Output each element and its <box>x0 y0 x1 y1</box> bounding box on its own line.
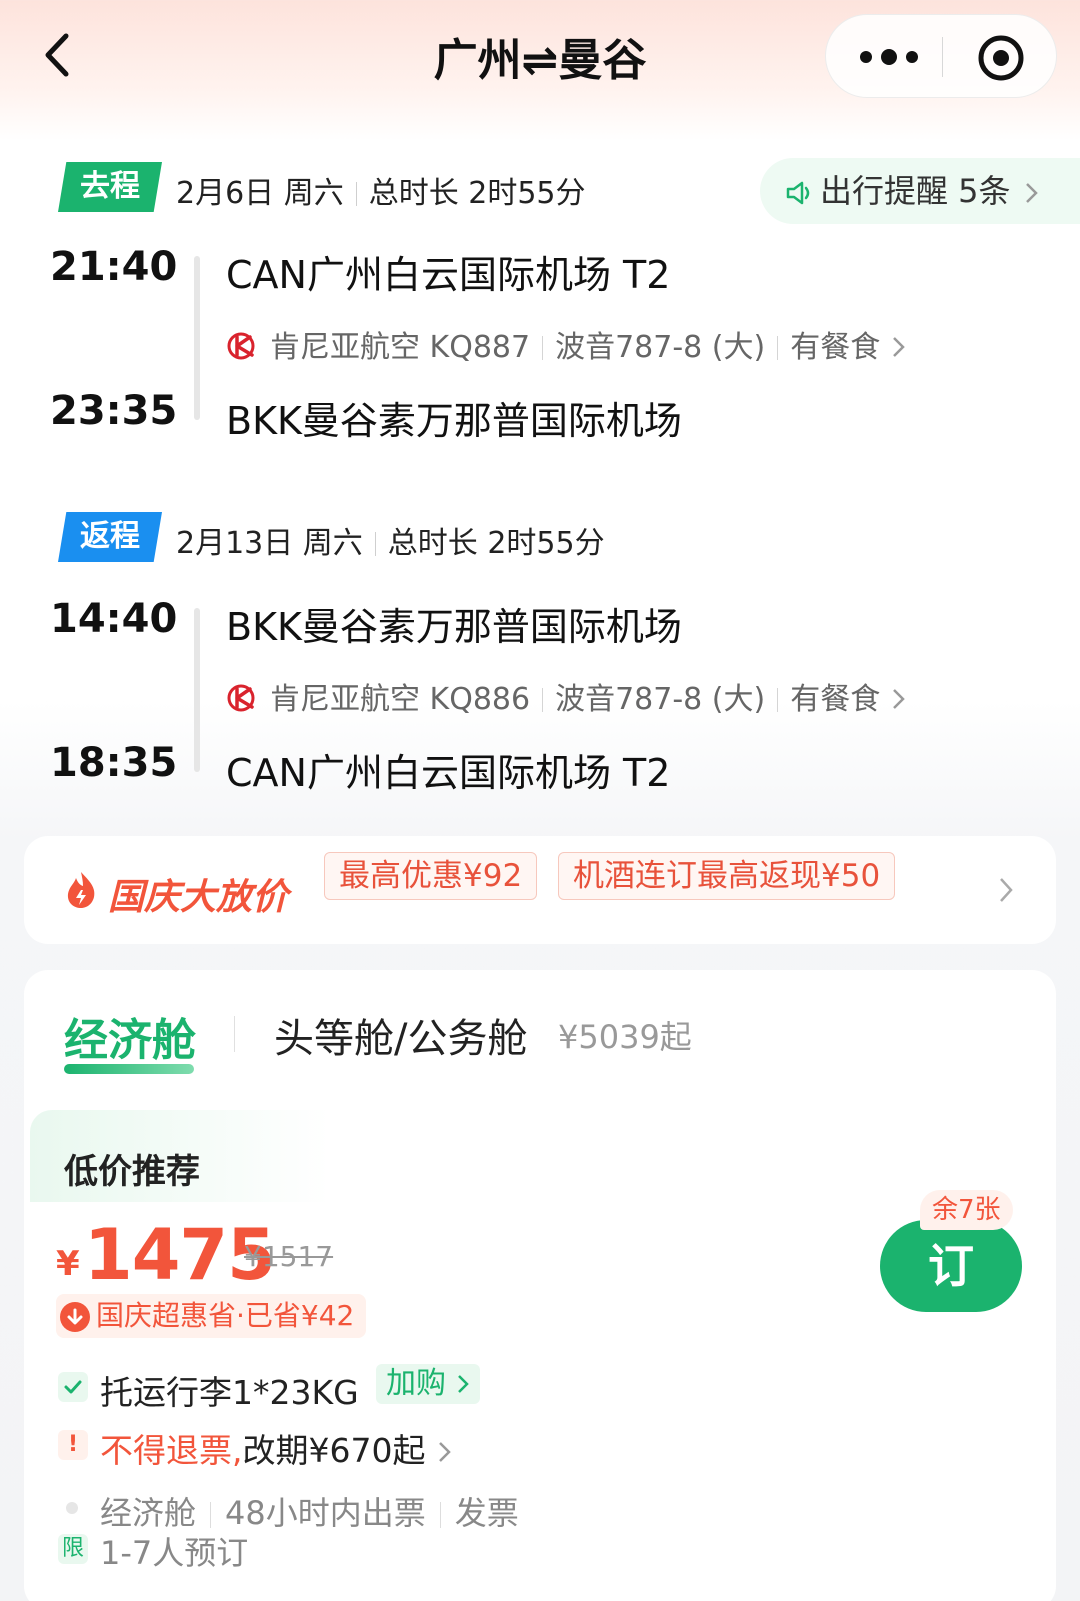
return-meal: 有餐食 <box>790 682 881 717</box>
return-airline: 肯尼亚航空 KQ886 <box>270 682 531 717</box>
outbound-tag: 去程 <box>58 162 162 212</box>
travel-reminder-button[interactable]: 出行提醒 5条 <box>760 158 1080 224</box>
return-arrive-time: 18:35 <box>50 740 178 786</box>
return-arrive-airport: CAN广州白云国际机场 T2 <box>226 751 671 795</box>
promo-chip-cashback: 机酒连订最高返现¥50 <box>558 852 896 900</box>
outbound-meal: 有餐食 <box>790 330 881 365</box>
outbound-date: 2月6日 周六 <box>176 176 344 211</box>
return-info: 2月13日 周六 总时长 2时55分 <box>176 518 605 562</box>
price-currency: ¥ <box>56 1244 80 1284</box>
chevron-right-icon <box>1000 878 1013 902</box>
bullet-dot <box>66 1502 78 1514</box>
outbound-timeline <box>194 256 200 420</box>
book-button[interactable]: 订 <box>880 1220 1022 1312</box>
down-arrow-icon <box>60 1302 90 1332</box>
return-date: 2月13日 周六 <box>176 526 363 561</box>
return-depart-time: 14:40 <box>50 596 178 642</box>
promo-chip-discount: 最高优惠¥92 <box>324 852 538 900</box>
return-flight-details[interactable]: 肯尼亚航空 KQ886 波音787-8 (大) 有餐食 <box>226 674 908 718</box>
mini-program-capsule <box>825 14 1057 98</box>
promo-title: 国庆大放价 <box>108 877 289 918</box>
capsule-divider <box>942 37 943 77</box>
chevron-right-icon <box>892 337 905 357</box>
change-fee-text: 改期¥670起 <box>242 1431 426 1470</box>
check-icon <box>58 1372 88 1402</box>
chevron-right-icon <box>1025 183 1038 203</box>
more-icon[interactable] <box>854 39 924 75</box>
outbound-arrive-airport: BKK曼谷素万那普国际机场 <box>226 399 682 443</box>
tab-first-price: ¥5039起 <box>558 1018 692 1056</box>
tab-economy[interactable]: 经济舱 <box>64 1004 196 1068</box>
tab-economy-indicator <box>64 1064 194 1074</box>
outbound-arrive-time: 23:35 <box>50 388 178 434</box>
return-duration: 总时长 2时55分 <box>387 526 605 561</box>
reminder-label: 出行提醒 5条 <box>820 172 1011 210</box>
return-aircraft: 波音787-8 (大) <box>555 682 766 717</box>
chevron-right-icon <box>439 1442 451 1462</box>
original-price: ¥1517 <box>244 1240 334 1273</box>
tab-divider <box>234 1016 235 1052</box>
return-timeline <box>194 608 200 772</box>
outbound-depart-time: 21:40 <box>50 244 178 290</box>
flame-icon <box>67 872 95 908</box>
meta-invoice: 发票 <box>454 1494 519 1532</box>
kenya-airways-logo-icon <box>227 684 255 712</box>
warning-icon: ! <box>58 1430 88 1460</box>
outbound-flight-details[interactable]: 肯尼亚航空 KQ887 波音787-8 (大) 有餐食 <box>226 322 908 366</box>
return-depart-airport: BKK曼谷素万那普国际机场 <box>226 605 682 649</box>
outbound-airline: 肯尼亚航空 KQ887 <box>270 330 531 365</box>
baggage-buy-button[interactable]: 加购 <box>376 1364 480 1404</box>
kenya-airways-logo-icon <box>227 332 255 360</box>
baggage-buy-label: 加购 <box>386 1366 446 1401</box>
outbound-aircraft: 波音787-8 (大) <box>555 330 766 365</box>
chevron-right-icon <box>892 689 905 709</box>
refund-policy[interactable]: 不得退票,改期¥670起 <box>100 1424 454 1472</box>
outbound-duration: 总时长 2时55分 <box>368 176 586 211</box>
chevron-right-icon <box>457 1375 469 1393</box>
remaining-seats-badge: 余7张 <box>920 1190 1013 1230</box>
outbound-depart-airport: CAN广州白云国际机场 T2 <box>226 253 671 297</box>
recommend-title: 低价推荐 <box>64 1152 200 1192</box>
close-target-icon[interactable] <box>976 33 1026 83</box>
speaker-icon <box>786 181 810 205</box>
return-tag: 返程 <box>58 512 162 562</box>
meta-class: 经济舱 <box>100 1494 197 1532</box>
saving-badge: 国庆超惠省·已省¥42 <box>56 1294 367 1338</box>
saving-text: 国庆超惠省·已省¥42 <box>96 1299 355 1332</box>
refund-text: 不得退票, <box>100 1431 243 1470</box>
tab-first-business[interactable]: 头等舱/公务舱 <box>274 1006 527 1064</box>
outbound-info: 2月6日 周六 总时长 2时55分 <box>176 168 586 212</box>
baggage-text: 托运行李1*23KG <box>100 1373 359 1412</box>
meta-ticketing: 48小时内出票 <box>225 1494 426 1532</box>
limit-text: 1-7人预订 <box>100 1534 249 1572</box>
limit-badge: 限 <box>58 1534 88 1564</box>
